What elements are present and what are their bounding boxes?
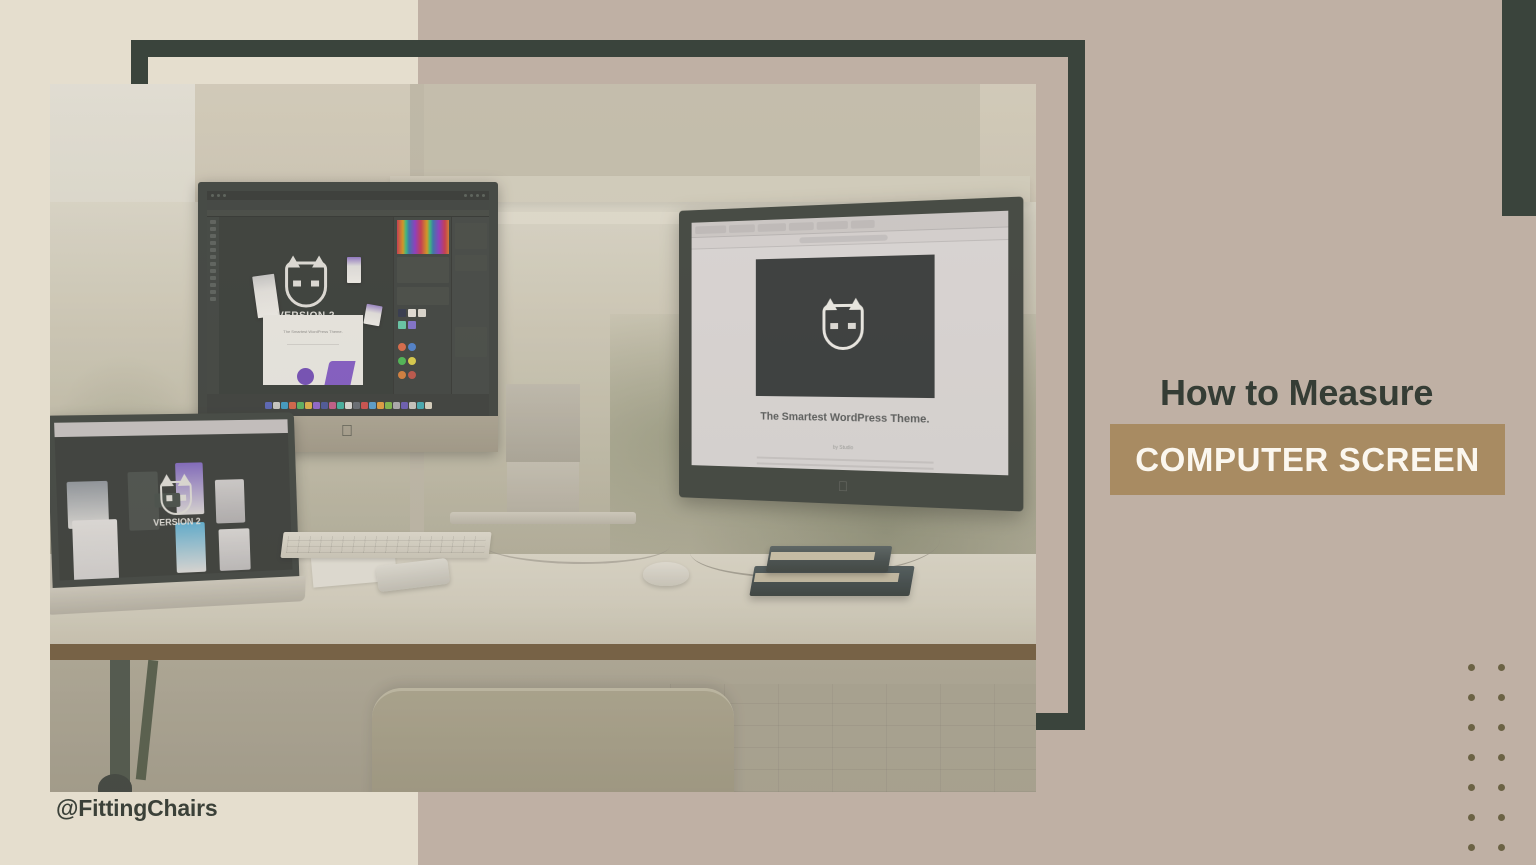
- dot: [1468, 694, 1475, 701]
- workspace-photo: VERSION 2 Coming Soon The Smartest WordP…: [50, 84, 1036, 792]
- dot: [1498, 814, 1505, 821]
- dot: [1498, 724, 1505, 731]
- dot: [1468, 664, 1475, 671]
- dot-grid-decoration: [1468, 664, 1528, 865]
- dot: [1498, 694, 1505, 701]
- social-handle: @FittingChairs: [56, 795, 218, 821]
- dot: [1468, 814, 1475, 821]
- dot: [1468, 724, 1475, 731]
- dot: [1468, 784, 1475, 791]
- corner-accent-block: [1502, 0, 1536, 216]
- title-banner-text: COMPUTER SCREEN: [1135, 440, 1480, 478]
- dot: [1468, 754, 1475, 761]
- dot: [1498, 664, 1505, 671]
- dot: [1498, 784, 1505, 791]
- page-title: How to Measure: [1160, 372, 1434, 413]
- photo-fade-overlay: [50, 84, 1036, 792]
- dot: [1468, 844, 1475, 851]
- title-banner: COMPUTER SCREEN: [1110, 424, 1505, 495]
- dot: [1498, 844, 1505, 851]
- dot: [1498, 754, 1505, 761]
